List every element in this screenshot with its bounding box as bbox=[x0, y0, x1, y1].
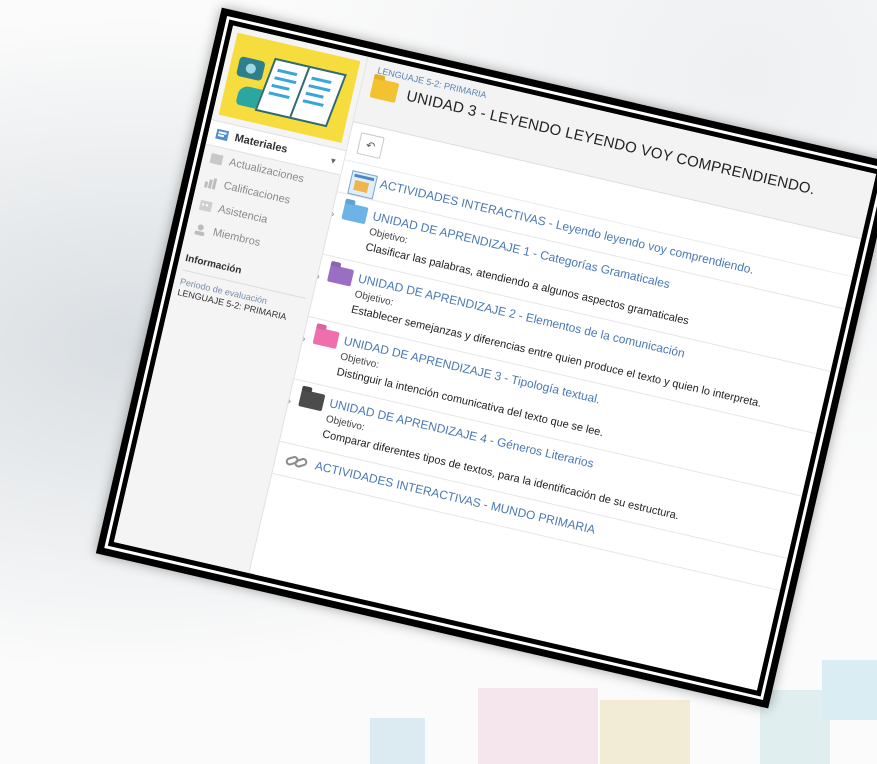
back-button[interactable]: ↶ bbox=[356, 132, 385, 159]
background-tile bbox=[478, 688, 598, 764]
members-icon bbox=[191, 221, 210, 238]
background-tile bbox=[760, 690, 830, 764]
book-illustration bbox=[254, 57, 347, 128]
updates-icon bbox=[207, 151, 226, 168]
folder-yellow-icon bbox=[369, 77, 400, 103]
back-arrow-icon: ↶ bbox=[364, 139, 377, 153]
folder-pink-icon bbox=[312, 327, 340, 349]
link-icon bbox=[283, 452, 309, 477]
sidebar-item-label: Miembros bbox=[211, 226, 262, 250]
materials-icon bbox=[213, 126, 232, 143]
background-tile bbox=[370, 718, 425, 764]
sidebar-menu: Materiales ▼ Actualizaciones Calificacio… bbox=[184, 119, 346, 269]
folder-dark-icon bbox=[298, 389, 326, 412]
folder-purple-icon bbox=[326, 264, 355, 287]
chevron-down-icon[interactable]: ▼ bbox=[328, 155, 338, 166]
grades-icon bbox=[202, 174, 221, 191]
attendance-icon bbox=[196, 197, 215, 214]
folder-blue-icon bbox=[341, 202, 369, 225]
background-tile bbox=[822, 660, 877, 720]
background-tile bbox=[600, 700, 690, 764]
camera-illustration bbox=[235, 55, 266, 82]
